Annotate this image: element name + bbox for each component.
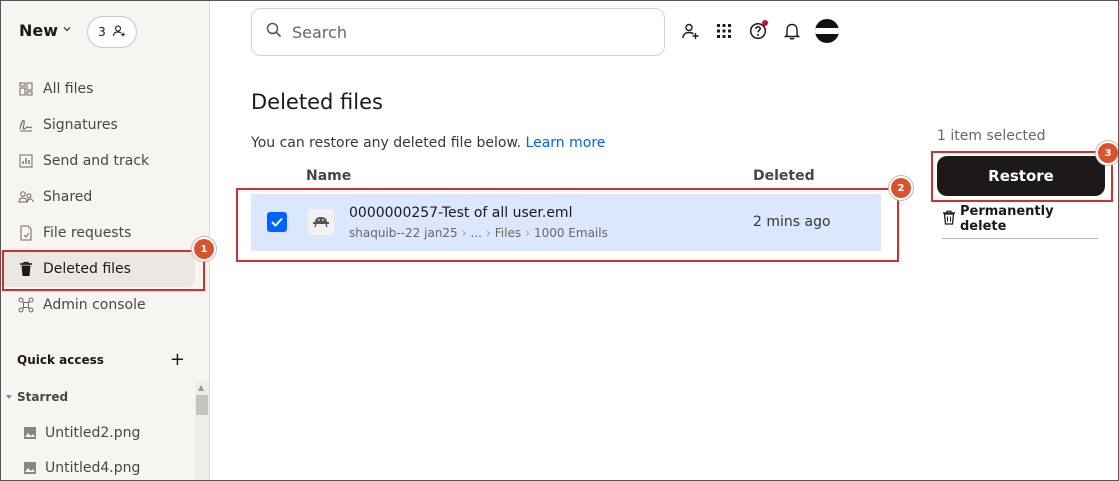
sidebar-item-label: Send and track [43,153,150,169]
search-icon [266,22,282,42]
signature-icon [17,116,35,134]
table-row[interactable]: 0000000257-Test of all user.eml shaquib-… [251,194,881,251]
chart-icon [17,152,35,170]
sidebar-item-deleted-files[interactable]: Deleted files [1,251,195,287]
page-subtitle: You can restore any deleted file below. … [251,135,605,151]
sidebar-item-label: Deleted files [43,261,131,277]
shared-icon [17,188,35,206]
column-header-name[interactable]: Name [306,168,351,184]
apps-grid-icon[interactable] [713,20,735,42]
help-icon[interactable] [747,20,769,42]
image-file-icon [23,426,37,440]
caret-down-icon [5,390,13,404]
breadcrumb-separator-icon: › [485,226,491,240]
breadcrumb-item[interactable]: shaquib--22 jan25 [349,226,458,240]
all-files-icon [17,80,35,98]
sidebar-item-shared[interactable]: Shared [1,179,195,215]
sidebar-item-send-and-track[interactable]: Send and track [1,143,195,179]
invite-count: 3 [98,25,106,39]
app-window: New 3 All files Signatures Send and trac… [0,0,1119,481]
add-user-icon [112,24,126,41]
page-title: Deleted files [251,90,383,114]
file-path-breadcrumb: shaquib--22 jan25 ›... › Files › 1000 Emails [349,226,608,240]
notification-dot [762,20,768,26]
admin-icon [17,296,35,314]
scrollbar-thumb[interactable] [196,395,208,415]
sidebar-item-admin-console[interactable]: Admin console [1,287,195,323]
row-checkbox[interactable] [267,212,287,232]
starred-label: Starred [17,390,69,404]
search-bar[interactable] [251,8,665,56]
permanently-delete-button[interactable]: Permanently delete [942,204,1098,239]
search-input[interactable] [292,22,652,42]
trash-icon [942,210,956,229]
add-user-icon[interactable] [679,20,701,42]
starred-file-name: Untitled2.png [45,425,141,441]
sidebar-item-label: Shared [43,189,93,205]
breadcrumb-item[interactable]: ... [471,226,482,240]
top-toolbar [679,19,839,43]
deleted-time: 2 mins ago [753,214,831,230]
sidebar-item-label: All files [43,81,94,97]
plus-icon[interactable]: + [170,349,185,370]
quick-access-header: Quick access + [17,349,185,370]
new-button[interactable]: New [19,21,72,40]
trash-icon [17,260,35,278]
annotation-badge: 2 [891,178,911,198]
chevron-down-icon [62,24,72,37]
annotation-badge: 3 [1098,143,1118,163]
sidebar-item-label: Signatures [43,117,118,133]
sidebar-item-label: Admin console [43,297,146,313]
sidebar-item-file-requests[interactable]: File requests [1,215,195,251]
column-header-deleted[interactable]: Deleted [753,168,815,184]
sidebar-item-label: File requests [43,225,132,241]
starred-file-link[interactable]: Untitled4.png [23,460,140,476]
sidebar-item-signatures[interactable]: Signatures [1,107,195,143]
new-button-label: New [19,21,59,40]
annotation-badge: 1 [194,239,214,259]
invite-members-button[interactable]: 3 [87,16,137,48]
checkmark-icon [271,217,283,227]
bell-icon[interactable] [781,20,803,42]
breadcrumb-separator-icon: › [461,226,467,240]
breadcrumb-item[interactable]: Files [495,226,521,240]
image-file-icon [23,461,37,475]
email-file-icon [308,209,334,235]
breadcrumb-item[interactable]: 1000 Emails [534,226,608,240]
file-request-icon [17,224,35,242]
scroll-up-arrow-icon[interactable]: ▲ [198,383,204,392]
learn-more-link[interactable]: Learn more [526,135,606,151]
avatar[interactable] [815,19,839,43]
quick-access-label: Quick access [17,352,104,367]
breadcrumb-separator-icon: › [525,226,530,240]
sidebar-scrollbar[interactable]: ▲ [195,381,209,480]
sidebar: New 3 All files Signatures Send and trac… [1,1,210,480]
starred-file-name: Untitled4.png [45,460,141,476]
subtitle-text: You can restore any deleted file below. [251,135,522,151]
sidebar-item-all-files[interactable]: All files [1,71,195,107]
file-name[interactable]: 0000000257-Test of all user.eml [349,205,572,221]
starred-section-toggle[interactable]: Starred [1,390,68,404]
permanently-delete-label: Permanently delete [960,204,1054,234]
starred-file-link[interactable]: Untitled2.png [23,425,140,441]
selection-count: 1 item selected [937,128,1046,144]
restore-button[interactable]: Restore [937,156,1105,196]
